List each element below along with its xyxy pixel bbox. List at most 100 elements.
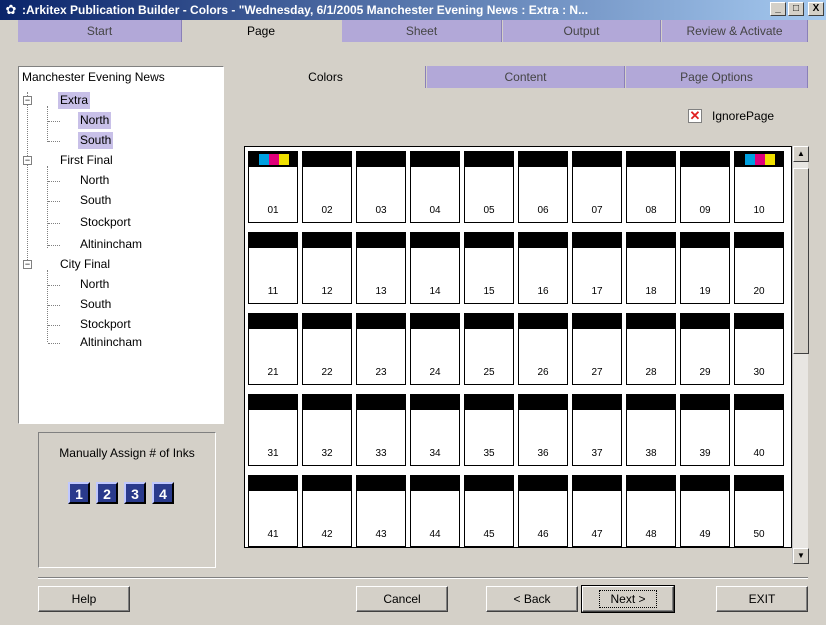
page-thumbnail[interactable]: 50 <box>734 475 784 547</box>
page-thumbnail[interactable]: 12 <box>302 232 352 304</box>
minimize-button[interactable]: _ <box>770 2 786 16</box>
page-thumbnail[interactable]: 33 <box>356 394 406 466</box>
collapse-icon[interactable]: − <box>23 156 32 165</box>
page-thumbnail[interactable]: 08 <box>626 151 676 223</box>
tree-item-city-final-altinincham[interactable]: Altinincham <box>78 334 144 351</box>
tree-item-first-final-south[interactable]: South <box>78 192 113 209</box>
page-thumbnail[interactable]: 11 <box>248 232 298 304</box>
tab-start[interactable]: Start <box>18 20 182 42</box>
page-thumbnail[interactable]: 31 <box>248 394 298 466</box>
page-thumbnail[interactable]: 48 <box>626 475 676 547</box>
page-thumbnail[interactable]: 17 <box>572 232 622 304</box>
tab-sheet[interactable]: Sheet <box>342 20 502 42</box>
tree-item-extra[interactable]: Extra <box>58 92 91 109</box>
page-thumbnail[interactable]: 14 <box>410 232 460 304</box>
page-thumbnail[interactable]: 24 <box>410 313 460 385</box>
maximize-button[interactable]: □ <box>788 2 804 16</box>
page-thumbnail[interactable]: 07 <box>572 151 622 223</box>
page-thumbnail[interactable]: 46 <box>518 475 568 547</box>
page-thumbnail[interactable]: 47 <box>572 475 622 547</box>
page-thumbnail[interactable]: 49 <box>680 475 730 547</box>
page-thumbnail[interactable]: 19 <box>680 232 730 304</box>
page-thumbnail[interactable]: 25 <box>464 313 514 385</box>
page-grid-scrollbar[interactable]: ▲ ▼ <box>792 146 809 564</box>
tree-root[interactable]: Manchester Evening News <box>22 70 165 84</box>
page-thumbnail[interactable]: 05 <box>464 151 514 223</box>
page-thumbnail[interactable]: 36 <box>518 394 568 466</box>
tree-item-extra-south[interactable]: South <box>78 132 114 149</box>
black-ink-bar <box>627 314 675 329</box>
collapse-icon[interactable]: − <box>23 96 32 105</box>
page-thumbnail[interactable]: 43 <box>356 475 406 547</box>
scroll-up-icon[interactable]: ▲ <box>793 146 809 162</box>
page-number: 16 <box>537 286 549 297</box>
page-thumbnail[interactable]: 02 <box>302 151 352 223</box>
tree-item-first-final[interactable]: First Final <box>58 152 115 169</box>
black-ink-bar <box>681 314 729 329</box>
page-thumbnail[interactable]: 28 <box>626 313 676 385</box>
tree-item-first-final-north[interactable]: North <box>78 172 111 189</box>
page-thumbnail[interactable]: 27 <box>572 313 622 385</box>
close-button[interactable]: X <box>808 2 824 16</box>
page-thumbnail[interactable]: 35 <box>464 394 514 466</box>
page-thumbnail[interactable]: 01 <box>248 151 298 223</box>
ink-3-button[interactable]: 3 <box>124 482 146 504</box>
tree-item-city-final-north[interactable]: North <box>78 276 111 293</box>
help-button[interactable]: Help <box>38 586 130 612</box>
page-thumbnail[interactable]: 44 <box>410 475 460 547</box>
page-thumbnail[interactable]: 20 <box>734 232 784 304</box>
black-ink-bar <box>681 395 729 410</box>
tab-page[interactable]: Page <box>183 20 341 42</box>
cancel-button[interactable]: Cancel <box>356 586 448 612</box>
page-thumbnail[interactable]: 39 <box>680 394 730 466</box>
exit-button[interactable]: EXIT <box>716 586 808 612</box>
next-button[interactable]: Next > <box>581 585 675 613</box>
page-thumbnail[interactable]: 23 <box>356 313 406 385</box>
tab-page-options[interactable]: Page Options <box>626 66 808 88</box>
page-thumbnail[interactable]: 32 <box>302 394 352 466</box>
tree-item-city-final[interactable]: City Final <box>58 256 112 273</box>
page-thumbnail[interactable]: 15 <box>464 232 514 304</box>
page-thumbnail[interactable]: 38 <box>626 394 676 466</box>
page-thumbnail[interactable]: 42 <box>302 475 352 547</box>
ignore-page-checkbox[interactable]: ✕ <box>688 109 702 123</box>
page-thumbnail[interactable]: 40 <box>734 394 784 466</box>
tree-item-city-final-south[interactable]: South <box>78 296 113 313</box>
page-thumbnail[interactable]: 06 <box>518 151 568 223</box>
scroll-down-icon[interactable]: ▼ <box>793 548 809 564</box>
page-thumbnail[interactable]: 03 <box>356 151 406 223</box>
page-thumbnail[interactable]: 26 <box>518 313 568 385</box>
tab-content[interactable]: Content <box>427 66 625 88</box>
tree-item-first-final-stockport[interactable]: Stockport <box>78 214 133 231</box>
page-thumbnail[interactable]: 16 <box>518 232 568 304</box>
tree-item-first-final-altinincham[interactable]: Altinincham <box>78 236 144 253</box>
page-thumbnail[interactable]: 09 <box>680 151 730 223</box>
page-thumbnail[interactable]: 45 <box>464 475 514 547</box>
tree-item-extra-north[interactable]: North <box>78 112 112 129</box>
page-thumbnail[interactable]: 34 <box>410 394 460 466</box>
page-thumbnail[interactable]: 37 <box>572 394 622 466</box>
page-thumbnail[interactable]: 22 <box>302 313 352 385</box>
collapse-icon[interactable]: − <box>23 260 32 269</box>
page-thumbnail[interactable]: 41 <box>248 475 298 547</box>
page-thumbnail[interactable]: 18 <box>626 232 676 304</box>
page-thumbnail[interactable]: 10 <box>734 151 784 223</box>
tab-output[interactable]: Output <box>503 20 661 42</box>
page-thumbnail[interactable]: 04 <box>410 151 460 223</box>
black-ink-bar <box>357 395 405 410</box>
page-number: 42 <box>321 529 333 540</box>
ink-4-button[interactable]: 4 <box>152 482 174 504</box>
page-thumbnail[interactable]: 30 <box>734 313 784 385</box>
page-number: 23 <box>375 367 387 378</box>
scroll-thumb[interactable] <box>793 168 809 354</box>
back-button[interactable]: < Back <box>486 586 578 612</box>
page-thumbnail[interactable]: 13 <box>356 232 406 304</box>
page-thumbnail[interactable]: 21 <box>248 313 298 385</box>
tab-colors[interactable]: Colors <box>226 66 426 88</box>
tab-review-activate[interactable]: Review & Activate <box>662 20 808 42</box>
tree-item-city-final-stockport[interactable]: Stockport <box>78 316 133 333</box>
page-number: 07 <box>591 205 603 216</box>
ink-1-button[interactable]: 1 <box>68 482 90 504</box>
page-thumbnail[interactable]: 29 <box>680 313 730 385</box>
ink-2-button[interactable]: 2 <box>96 482 118 504</box>
